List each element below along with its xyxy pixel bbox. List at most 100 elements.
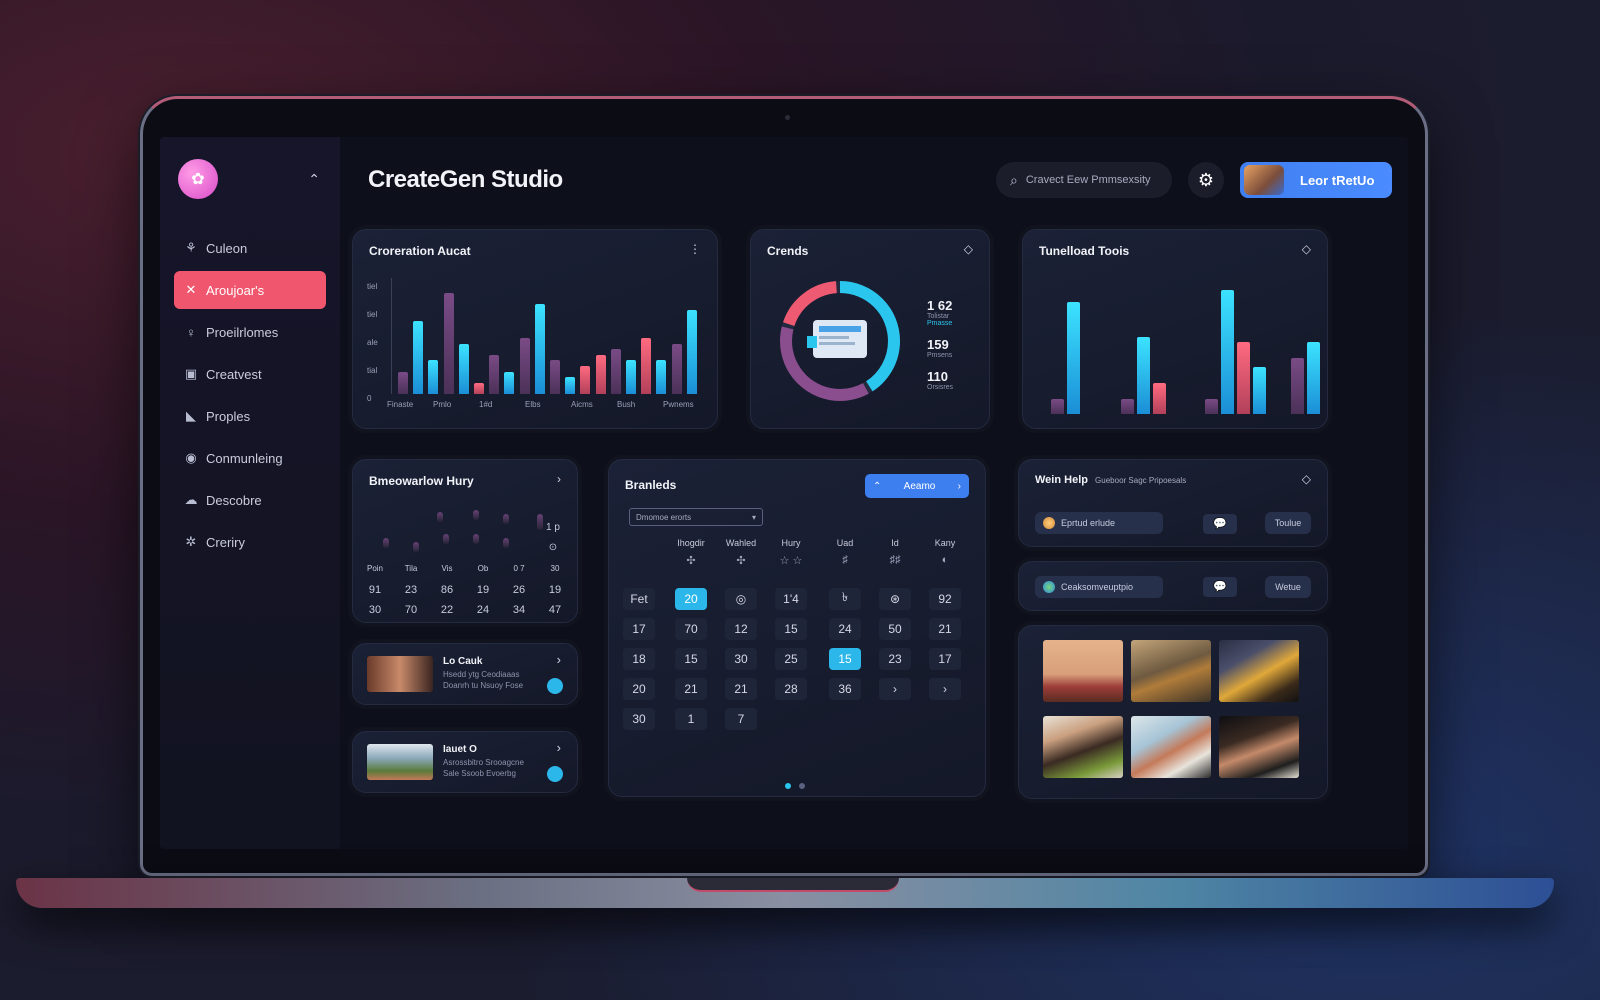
help-action-1[interactable]: Toulue: [1265, 512, 1311, 534]
gallery-photo-5[interactable]: [1131, 716, 1211, 778]
calendar-day[interactable]: 20: [675, 588, 707, 610]
calendar-day[interactable]: Fet: [623, 588, 655, 610]
diamond-icon[interactable]: ◇: [964, 242, 973, 256]
gen-bar: [610, 349, 621, 394]
sidebar-item-7[interactable]: ✲ Creriry: [174, 523, 326, 561]
calendar-action-button[interactable]: ⌃ Aeamo ›: [865, 474, 969, 498]
credit-stat: 1 62 Tolistar Pmasse: [927, 298, 983, 327]
activity-cell: 24: [476, 604, 490, 616]
calendar-card: Branleds ⌃ Aeamo › Dmomoe erorts ▾ Ihogd…: [608, 459, 986, 797]
chevron-right-icon[interactable]: ›: [557, 472, 561, 486]
calendar-day[interactable]: 20: [623, 678, 655, 700]
settings-icon: ✲: [185, 534, 197, 549]
search-input[interactable]: ⌕ Cravect Eew Pmmsexsity: [996, 162, 1172, 198]
activity-cell: 47: [548, 604, 562, 616]
tools-chart: [1041, 280, 1320, 414]
diamond-icon[interactable]: ◇: [1302, 242, 1311, 256]
gen-bar: [534, 304, 545, 394]
gallery-photo-2[interactable]: [1131, 640, 1211, 702]
calendar-day[interactable]: 50: [879, 618, 911, 640]
calendar-day[interactable]: 21: [725, 678, 757, 700]
calendar-day[interactable]: ›: [879, 678, 911, 700]
chevron-right-icon[interactable]: ›: [557, 740, 561, 755]
calendar-day[interactable]: 28: [775, 678, 807, 700]
calendar-day[interactable]: 15: [775, 618, 807, 640]
calendar-day[interactable]: ৳: [829, 588, 861, 610]
diamond-icon[interactable]: ◇: [1302, 472, 1311, 486]
calendar-day[interactable]: 30: [725, 648, 757, 670]
pagination-dot-active[interactable]: [785, 783, 791, 789]
calendar-day[interactable]: 36: [829, 678, 861, 700]
calendar-weekday: Kany: [934, 538, 956, 548]
sidebar-item-label: Proeilrlomes: [206, 324, 279, 340]
gallery-photo-6[interactable]: [1219, 716, 1299, 778]
pagination-dot[interactable]: [799, 783, 806, 789]
app-logo[interactable]: ✿: [178, 159, 218, 199]
calendar-weekday: Uad: [836, 538, 854, 548]
chevron-up-icon: ⌃: [873, 480, 882, 492]
help-chip-1[interactable]: Eprtud erlude: [1035, 512, 1163, 534]
gen-bar: [565, 377, 576, 394]
calendar-day[interactable]: 1'4: [775, 588, 807, 610]
calendar-day[interactable]: 18: [623, 648, 655, 670]
y-tick-label: tiel: [367, 282, 378, 291]
more-vertical-icon[interactable]: ⋮: [689, 242, 701, 256]
calendar-weekday-icon: ✣: [736, 555, 746, 567]
sidebar-item-3[interactable]: ▣ Creatvest: [174, 355, 326, 393]
sidebar-item-0[interactable]: ⚘ Culeon: [174, 229, 326, 267]
activity-card-title: Bmeowarlow Hury: [369, 474, 474, 488]
chat-icon[interactable]: 💬: [1203, 514, 1237, 534]
chat-icon[interactable]: 💬: [1203, 577, 1237, 597]
gen-bar: [656, 360, 667, 394]
media-desc: Asrossbitro Srooagcne: [443, 758, 524, 767]
sidebar-item-4[interactable]: ◣ Proples: [174, 397, 326, 435]
calendar-day[interactable]: ⊛: [879, 588, 911, 610]
calendar-day[interactable]: 1: [675, 708, 707, 730]
calendar-day[interactable]: 23: [879, 648, 911, 670]
media-item[interactable]: Lo Cauk Hsedd ytg Ceodiaaas Doanrh tu Nsuo…: [352, 643, 578, 705]
help-action-2[interactable]: Wetue: [1265, 576, 1311, 598]
credit-stat-label: Orsisres: [927, 384, 954, 391]
gallery-photo-3[interactable]: [1219, 640, 1299, 702]
calendar-select[interactable]: Dmomoe erorts ▾: [629, 508, 763, 526]
gallery-card: [1018, 625, 1328, 799]
calendar-day[interactable]: 30: [623, 708, 655, 730]
activity-cell: 30: [550, 564, 560, 573]
media-thumbnail: [367, 656, 433, 692]
calendar-day[interactable]: 15: [829, 648, 861, 670]
activity-cell: 26: [512, 584, 526, 596]
sidebar-item-1[interactable]: ✕ Aroujoar's: [174, 271, 326, 309]
credit-stats: 1 62 Tolistar Pmasse 159 Pmsens 110 Orsisres: [927, 298, 983, 401]
sidebar-item-2[interactable]: ♀ Proeilrlomes: [174, 313, 326, 351]
sidebar-item-6[interactable]: ☁ Descobre: [174, 481, 326, 519]
sidebar-item-5[interactable]: ◉ Conmunleing: [174, 439, 326, 477]
calendar-day[interactable]: 92: [929, 588, 961, 610]
calendar-day[interactable]: 25: [775, 648, 807, 670]
user-button[interactable]: Leor tRetUo: [1240, 162, 1392, 198]
calendar-day[interactable]: ◎: [725, 588, 757, 610]
calendar-day[interactable]: 70: [675, 618, 707, 640]
activity-dot: [443, 534, 449, 544]
gallery-photo-1[interactable]: [1043, 640, 1123, 702]
play-icon[interactable]: [547, 766, 563, 782]
calendar-day[interactable]: 7: [725, 708, 757, 730]
sidebar-item-label: Proples: [206, 408, 251, 424]
page-title: CreateGen Studio: [368, 166, 563, 193]
calendar-day[interactable]: 17: [623, 618, 655, 640]
media-item[interactable]: Iauet O Asrossbitro Srooagcne Sale Ssoob E…: [352, 731, 578, 793]
collapse-chevron-icon[interactable]: ⌃: [308, 171, 320, 188]
chevron-right-icon[interactable]: ›: [557, 652, 561, 667]
calendar-day[interactable]: 17: [929, 648, 961, 670]
play-icon[interactable]: [547, 678, 563, 694]
gear-icon[interactable]: ⚙: [1188, 162, 1224, 198]
calendar-day[interactable]: 24: [829, 618, 861, 640]
help-chip-2[interactable]: Ceaksomveuptpio: [1035, 576, 1163, 598]
calendar-day[interactable]: 21: [929, 618, 961, 640]
credit-stat-value: 159: [927, 337, 949, 352]
calendar-day[interactable]: 21: [675, 678, 707, 700]
calendar-day[interactable]: ›: [929, 678, 961, 700]
calendar-day[interactable]: 15: [675, 648, 707, 670]
tool-bar: [1137, 337, 1150, 414]
gallery-photo-4[interactable]: [1043, 716, 1123, 778]
calendar-day[interactable]: 12: [725, 618, 757, 640]
